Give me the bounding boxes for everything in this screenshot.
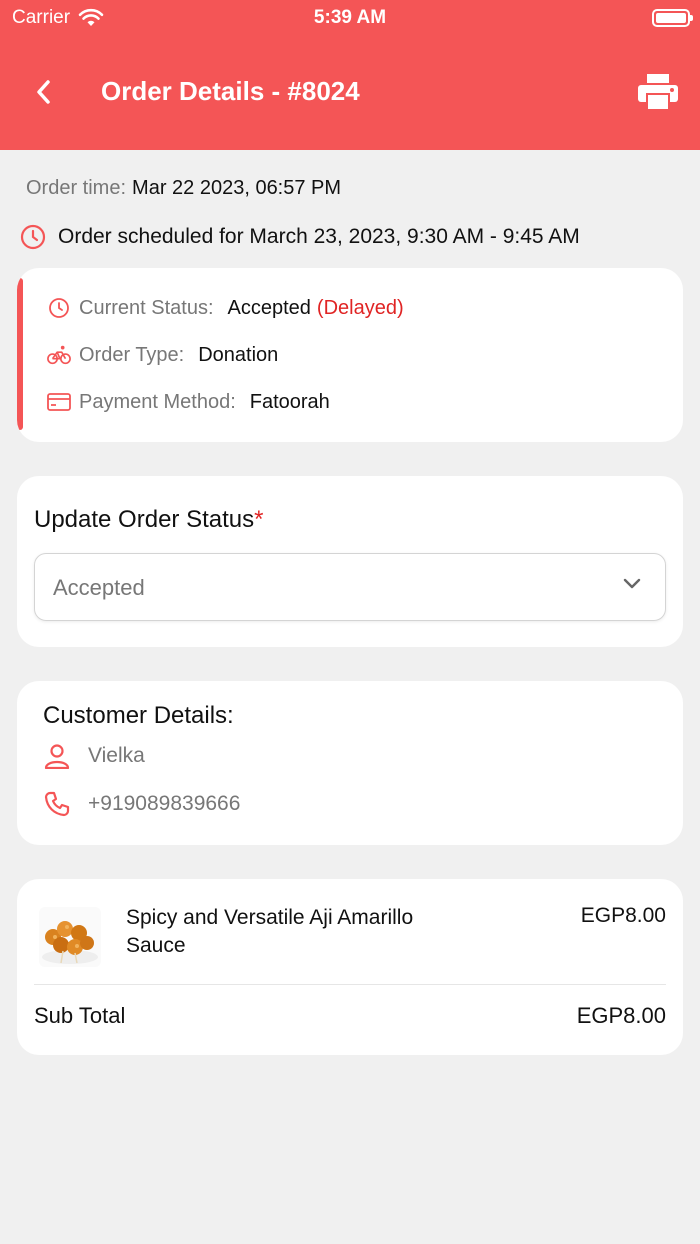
update-status-title: Update Order Status* (34, 506, 263, 534)
current-status-row: Current Status: Accepted (Delayed) (47, 296, 404, 320)
status-time: 5:39 AM (313, 7, 387, 28)
order-time: Order time: Mar 22 2023, 06:57 PM (26, 177, 341, 200)
order-time-label: Order time: (26, 177, 127, 199)
update-status-card: Update Order Status* Accepted (17, 476, 683, 647)
subtotal-value: EGP8.00 (576, 1003, 666, 1028)
app-header: Carrier 5:39 AM Order Details - #8024 (0, 0, 700, 150)
bicycle-icon (47, 343, 71, 367)
clock-icon (47, 296, 71, 320)
required-mark: * (254, 506, 264, 533)
delayed-badge: (Delayed) (316, 296, 404, 319)
order-scheduled: Order scheduled for March 23, 2023, 9:30… (20, 224, 580, 250)
payment-method-label: Payment Method: (79, 390, 236, 413)
customer-phone: +919089839666 (88, 792, 241, 815)
order-items-card: Spicy and Versatile Aji Amarillo Sauce E… (17, 879, 683, 1055)
order-status-selected: Accepted (53, 575, 145, 600)
divider (34, 984, 666, 985)
order-time-value: Mar 22 2023, 06:57 PM (132, 177, 342, 199)
battery-icon (652, 9, 693, 27)
current-status-label: Current Status: (79, 296, 214, 319)
back-button[interactable] (28, 76, 58, 108)
clock-icon (20, 224, 46, 250)
customer-name: Vielka (88, 744, 145, 767)
status-bar: Carrier 5:39 AM (0, 0, 700, 36)
status-accent-bar (17, 278, 23, 430)
page-title: Order Details - #8024 (101, 76, 360, 106)
credit-card-icon (47, 390, 71, 414)
payment-method-row: Payment Method: Fatoorah (47, 390, 330, 414)
food-image (39, 907, 101, 967)
customer-details-title: Customer Details: (43, 702, 234, 729)
order-type-label: Order Type: (79, 343, 185, 366)
current-status-value: Accepted (227, 296, 311, 319)
printer-icon (638, 74, 678, 111)
phone-icon (43, 790, 71, 818)
person-icon (43, 742, 71, 770)
chevron-down-icon (623, 578, 641, 589)
customer-details-card: Customer Details: Vielka +919089839666 (17, 681, 683, 845)
scheduled-text: Order scheduled for March 23, 2023, 9:30… (58, 225, 580, 248)
item-price: EGP8.00 (580, 904, 666, 927)
customer-name-row: Vielka (43, 742, 145, 770)
chevron-left-icon (37, 80, 50, 104)
customer-phone-row[interactable]: +919089839666 (43, 790, 240, 818)
print-button[interactable] (636, 70, 680, 114)
order-status-select[interactable]: Accepted (34, 553, 666, 621)
subtotal-label: Sub Total (34, 1003, 126, 1028)
order-status-card: Current Status: Accepted (Delayed) Order… (17, 268, 683, 442)
item-thumbnail (39, 907, 101, 967)
order-type-value: Donation (198, 343, 279, 366)
order-type-row: Order Type: Donation (47, 343, 278, 367)
item-name: Spicy and Versatile Aji Amarillo Sauce (126, 906, 414, 957)
payment-method-value: Fatoorah (249, 390, 330, 413)
update-status-label: Update Order Status (34, 506, 255, 533)
